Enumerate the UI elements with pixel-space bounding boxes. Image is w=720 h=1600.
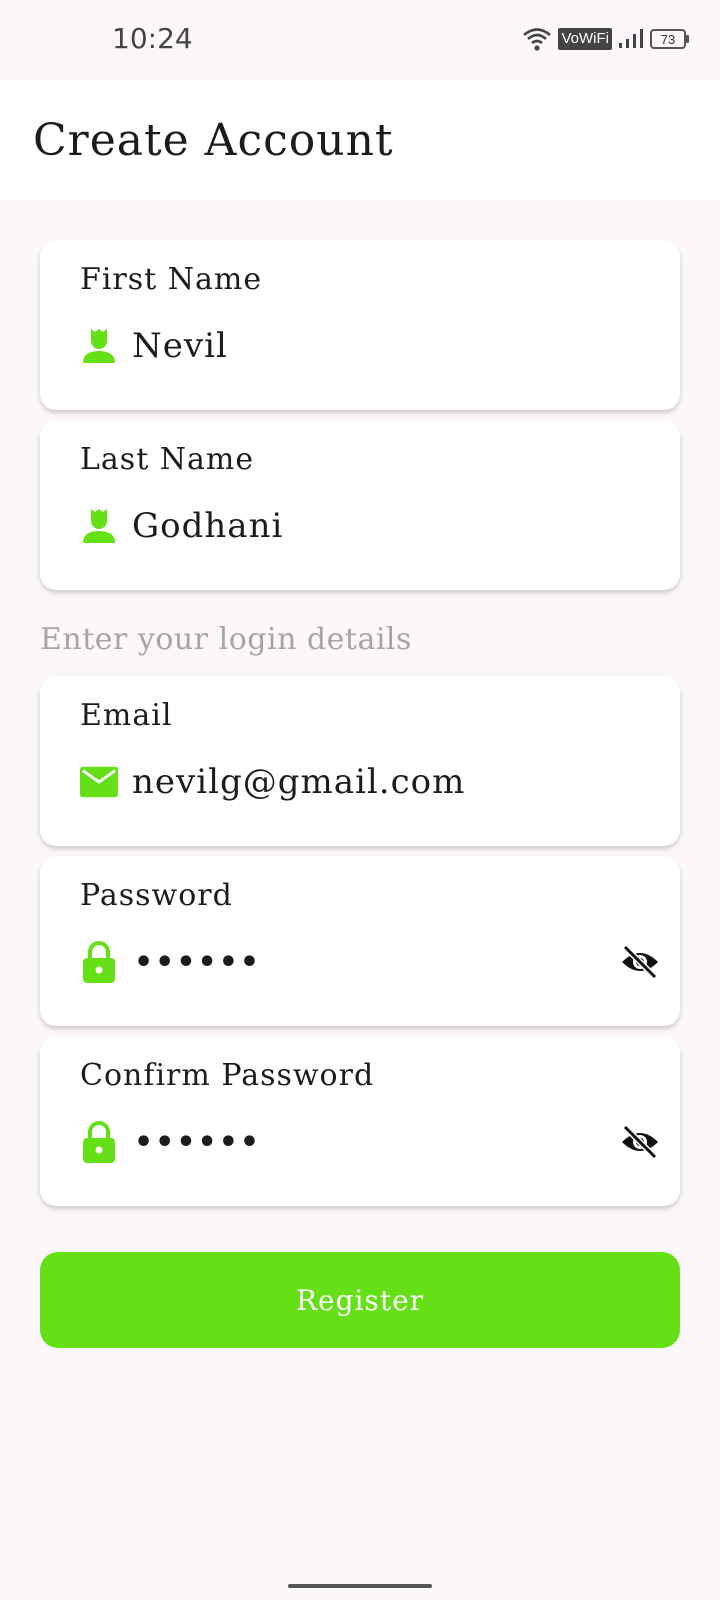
wifi-icon <box>523 28 552 51</box>
app-bar: Create Account <box>0 80 720 200</box>
home-indicator[interactable] <box>288 1584 432 1588</box>
register-button[interactable]: Register <box>40 1252 680 1348</box>
confirm-password-field[interactable]: •••••• <box>80 1120 660 1164</box>
first-name-input[interactable]: Nevil <box>132 326 228 366</box>
email-card[interactable]: Email nevilg@gmail.com <box>40 676 680 846</box>
email-label: Email <box>80 698 173 733</box>
person-icon <box>80 506 118 546</box>
battery-icon: 73 <box>650 29 689 49</box>
last-name-field[interactable]: Godhani <box>80 504 660 548</box>
login-details-heading: Enter your login details <box>40 622 412 657</box>
page-title: Create Account <box>33 115 394 166</box>
battery-level: 73 <box>660 31 676 47</box>
last-name-input[interactable]: Godhani <box>132 506 283 546</box>
status-time: 10:24 <box>112 22 193 55</box>
last-name-label: Last Name <box>80 442 255 477</box>
mail-icon <box>80 762 118 802</box>
vowifi-badge: VoWiFi <box>558 28 612 50</box>
confirm-password-label: Confirm Password <box>80 1058 375 1093</box>
lock-icon <box>80 1121 118 1163</box>
status-icons: VoWiFi 73 <box>522 26 689 52</box>
signal-icon <box>619 29 643 48</box>
confirm-password-input[interactable]: •••••• <box>134 1125 261 1160</box>
password-input[interactable]: •••••• <box>134 945 261 980</box>
email-input[interactable]: nevilg@gmail.com <box>132 762 465 802</box>
lock-icon <box>80 941 118 983</box>
eye-off-icon[interactable] <box>620 944 660 980</box>
email-field[interactable]: nevilg@gmail.com <box>80 760 660 804</box>
person-icon <box>80 326 118 366</box>
eye-off-icon[interactable] <box>620 1124 660 1160</box>
first-name-label: First Name <box>80 262 263 297</box>
first-name-card[interactable]: First Name Nevil <box>40 240 680 410</box>
last-name-card[interactable]: Last Name Godhani <box>40 420 680 590</box>
first-name-field[interactable]: Nevil <box>80 324 660 368</box>
password-label: Password <box>80 878 233 913</box>
password-field[interactable]: •••••• <box>80 940 660 984</box>
password-card[interactable]: Password •••••• <box>40 856 680 1026</box>
confirm-password-card[interactable]: Confirm Password •••••• <box>40 1036 680 1206</box>
status-bar: 10:24 VoWiFi 73 <box>0 0 720 80</box>
